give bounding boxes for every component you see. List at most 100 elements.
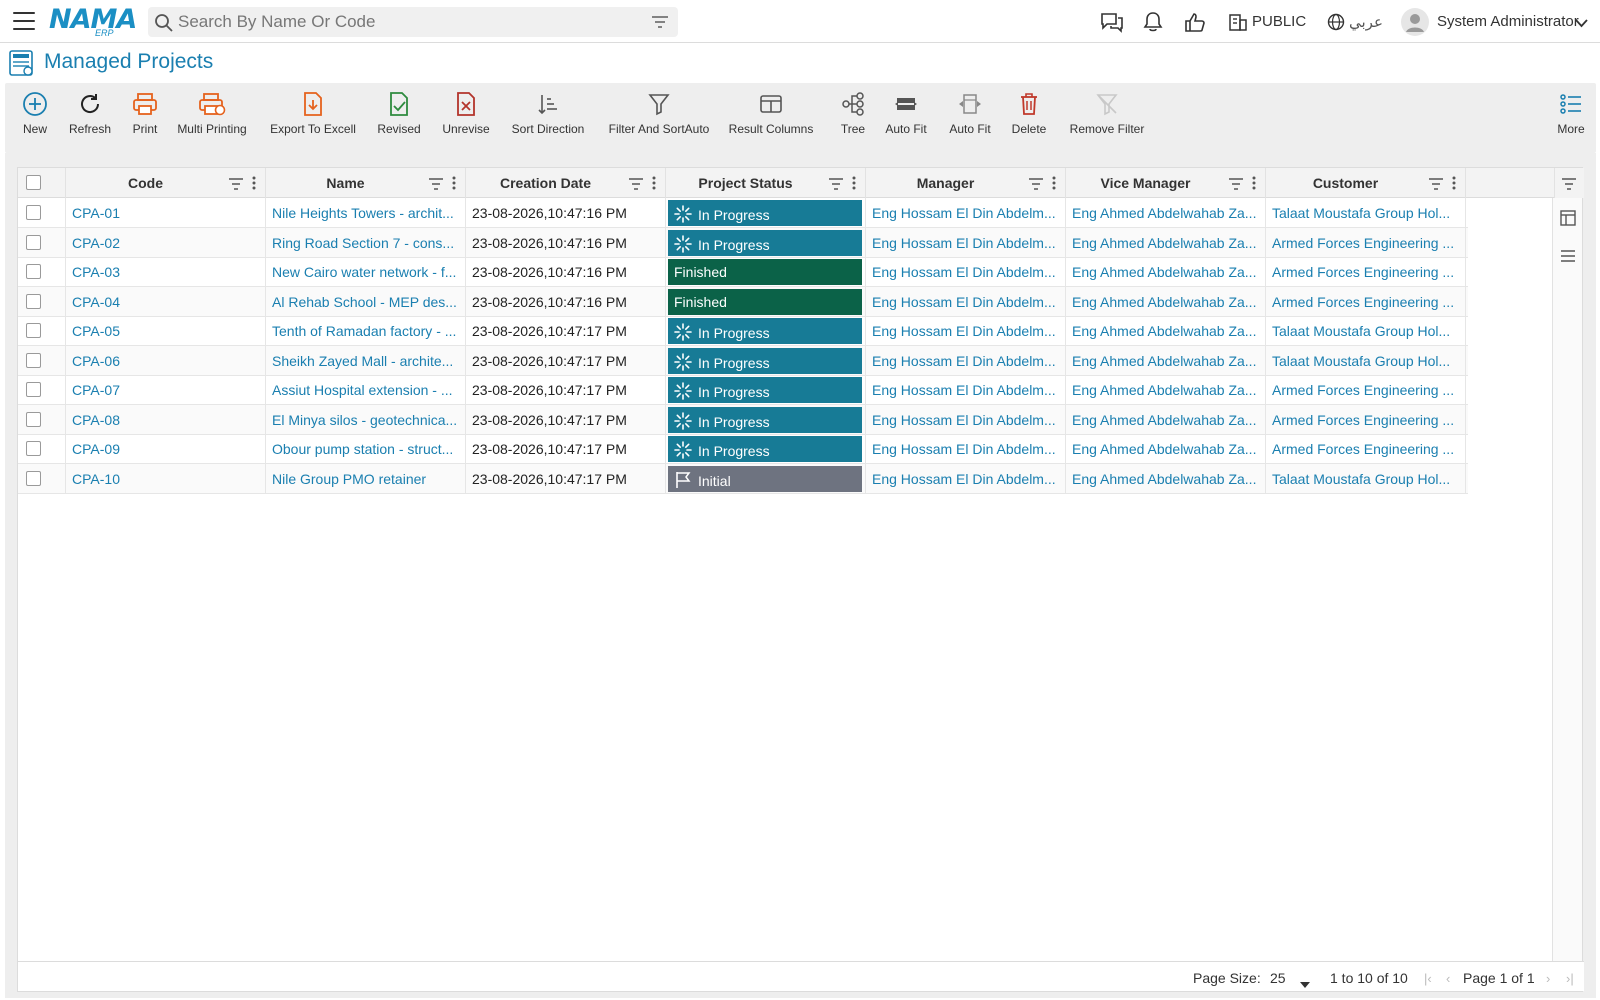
row-checkbox[interactable] (26, 411, 41, 427)
manager-cell[interactable]: Eng Hossam El Din Abdelm... (866, 375, 1066, 405)
result-columns-button[interactable]: Result Columns (729, 89, 813, 147)
table-row[interactable]: CPA-07 Assiut Hospital extension - ... 23-… (18, 375, 1468, 405)
thumbs-up-icon[interactable] (1184, 11, 1206, 36)
code-cell[interactable]: CPA-02 (66, 227, 266, 258)
new-button[interactable]: New (13, 89, 57, 147)
row-checkbox[interactable] (26, 323, 41, 338)
row-checkbox[interactable] (26, 470, 41, 486)
code-cell[interactable]: CPA-07 (66, 375, 266, 405)
table-row[interactable]: CPA-10 Nile Group PMO retainer 23-08-2026,… (18, 463, 1468, 494)
column-filter-icon[interactable] (229, 177, 243, 193)
table-row[interactable]: CPA-05 Tenth of Ramadan factory - ... 23-0… (18, 316, 1468, 346)
column-header-code[interactable]: Code (66, 168, 266, 198)
code-cell[interactable]: CPA-08 (66, 404, 266, 435)
name-cell[interactable]: Ring Road Section 7 - cons... (266, 227, 466, 258)
customer-cell[interactable]: Armed Forces Engineering ... (1266, 227, 1466, 258)
manager-cell[interactable]: Eng Hossam El Din Abdelm... (866, 404, 1066, 435)
vice-manager-cell[interactable]: Eng Ahmed Abdelwahab Za... (1066, 345, 1266, 376)
customer-cell[interactable]: Talaat Moustafa Group Hol... (1266, 316, 1466, 346)
name-cell[interactable]: Al Rehab School - MEP des... (266, 286, 466, 317)
manager-cell[interactable]: Eng Hossam El Din Abdelm... (866, 463, 1066, 494)
avatar[interactable] (1401, 8, 1429, 39)
column-menu-icon[interactable] (1252, 176, 1256, 193)
name-cell[interactable]: New Cairo water network - f... (266, 257, 466, 287)
row-checkbox[interactable] (26, 293, 41, 309)
last-page-icon[interactable]: ›| (1566, 971, 1574, 986)
name-cell[interactable]: Nile Heights Towers - archit... (266, 198, 466, 228)
column-menu-icon[interactable] (252, 176, 256, 193)
caret-down-icon[interactable] (1300, 975, 1310, 991)
table-row[interactable]: CPA-02 Ring Road Section 7 - cons... 23-08… (18, 227, 1468, 258)
column-header-customer[interactable]: Customer (1266, 168, 1466, 198)
column-filter-icon[interactable] (429, 177, 443, 193)
table-row[interactable]: CPA-01 Nile Heights Towers - archit... 23-… (18, 198, 1468, 228)
vice-manager-cell[interactable]: Eng Ahmed Abdelwahab Za... (1066, 375, 1266, 405)
branch-selector[interactable]: PUBLIC (1252, 13, 1306, 30)
name-cell[interactable]: El Minya silos - geotechnica... (266, 404, 466, 435)
menu-icon[interactable] (13, 12, 35, 30)
name-cell[interactable]: Nile Group PMO retainer (266, 463, 466, 494)
name-cell[interactable]: Obour pump station - struct... (266, 434, 466, 464)
code-cell[interactable]: CPA-09 (66, 434, 266, 464)
row-checkbox[interactable] (26, 441, 41, 456)
globe-icon[interactable] (1327, 13, 1345, 34)
prev-page-icon[interactable]: ‹ (1446, 971, 1450, 986)
customer-cell[interactable]: Talaat Moustafa Group Hol... (1266, 198, 1466, 228)
more-button[interactable]: More (1553, 89, 1589, 147)
filters-panel-icon[interactable] (1560, 249, 1576, 266)
manager-cell[interactable]: Eng Hossam El Din Abdelm... (866, 198, 1066, 228)
auto-fit-columns-button[interactable]: Auto Fit (947, 89, 993, 147)
table-row[interactable]: CPA-03 New Cairo water network - f... 23-0… (18, 257, 1468, 287)
code-cell[interactable]: CPA-01 (66, 198, 266, 228)
filter-sort-button[interactable]: Filter And SortAuto (605, 89, 713, 147)
column-filter-icon[interactable] (829, 177, 843, 193)
row-checkbox[interactable] (26, 382, 41, 397)
page-size-select[interactable]: 25 (1270, 970, 1286, 986)
customer-cell[interactable]: Armed Forces Engineering ... (1266, 286, 1466, 317)
row-checkbox[interactable] (26, 205, 41, 220)
manager-cell[interactable]: Eng Hossam El Din Abdelm... (866, 316, 1066, 346)
column-menu-icon[interactable] (452, 176, 456, 193)
remove-filter-button[interactable]: Remove Filter (1067, 89, 1147, 147)
customer-cell[interactable]: Armed Forces Engineering ... (1266, 404, 1466, 435)
vice-manager-cell[interactable]: Eng Ahmed Abdelwahab Za... (1066, 463, 1266, 494)
name-cell[interactable]: Assiut Hospital extension - ... (266, 375, 466, 405)
user-name[interactable]: System Administrator (1437, 13, 1579, 30)
chat-icon[interactable] (1100, 11, 1124, 36)
name-cell[interactable]: Tenth of Ramadan factory - ... (266, 316, 466, 346)
first-page-icon[interactable]: |‹ (1424, 971, 1432, 986)
refresh-button[interactable]: Refresh (61, 89, 119, 147)
manager-cell[interactable]: Eng Hossam El Din Abdelm... (866, 286, 1066, 317)
column-header-manager[interactable]: Manager (866, 168, 1066, 198)
column-header-vice-manager[interactable]: Vice Manager (1066, 168, 1266, 198)
vice-manager-cell[interactable]: Eng Ahmed Abdelwahab Za... (1066, 404, 1266, 435)
table-row[interactable]: CPA-08 El Minya silos - geotechnica... 23-… (18, 404, 1468, 435)
code-cell[interactable]: CPA-05 (66, 316, 266, 346)
unrevise-button[interactable]: Unrevise (440, 89, 492, 147)
manager-cell[interactable]: Eng Hossam El Din Abdelm... (866, 257, 1066, 287)
table-row[interactable]: CPA-06 Sheikh Zayed Mall - archite... 23-0… (18, 345, 1468, 376)
table-row[interactable]: CPA-04 Al Rehab School - MEP des... 23-08-… (18, 286, 1468, 317)
code-cell[interactable]: CPA-04 (66, 286, 266, 317)
code-cell[interactable]: CPA-03 (66, 257, 266, 287)
search-icon[interactable] (154, 13, 174, 36)
export-excel-button[interactable]: Export To Excell (267, 89, 359, 147)
name-cell[interactable]: Sheikh Zayed Mall - archite... (266, 345, 466, 376)
delete-button[interactable]: Delete (1009, 89, 1049, 147)
row-checkbox[interactable] (26, 352, 41, 368)
customer-cell[interactable]: Armed Forces Engineering ... (1266, 434, 1466, 464)
column-menu-icon[interactable] (852, 176, 856, 193)
manager-cell[interactable]: Eng Hossam El Din Abdelm... (866, 345, 1066, 376)
column-filter-icon[interactable] (1029, 177, 1043, 193)
column-header-project-status[interactable]: Project Status (666, 168, 866, 198)
auto-fit-button[interactable]: Auto Fit (883, 89, 929, 147)
chevron-down-icon[interactable] (1575, 15, 1588, 31)
customer-cell[interactable]: Armed Forces Engineering ... (1266, 257, 1466, 287)
column-header-name[interactable]: Name (266, 168, 466, 198)
column-menu-icon[interactable] (1052, 176, 1056, 193)
table-row[interactable]: CPA-09 Obour pump station - struct... 23-0… (18, 434, 1468, 464)
select-all-checkbox[interactable] (26, 175, 41, 190)
next-page-icon[interactable]: › (1546, 971, 1550, 986)
language-toggle[interactable]: عربي (1349, 13, 1383, 31)
column-filter-icon[interactable] (629, 177, 643, 193)
